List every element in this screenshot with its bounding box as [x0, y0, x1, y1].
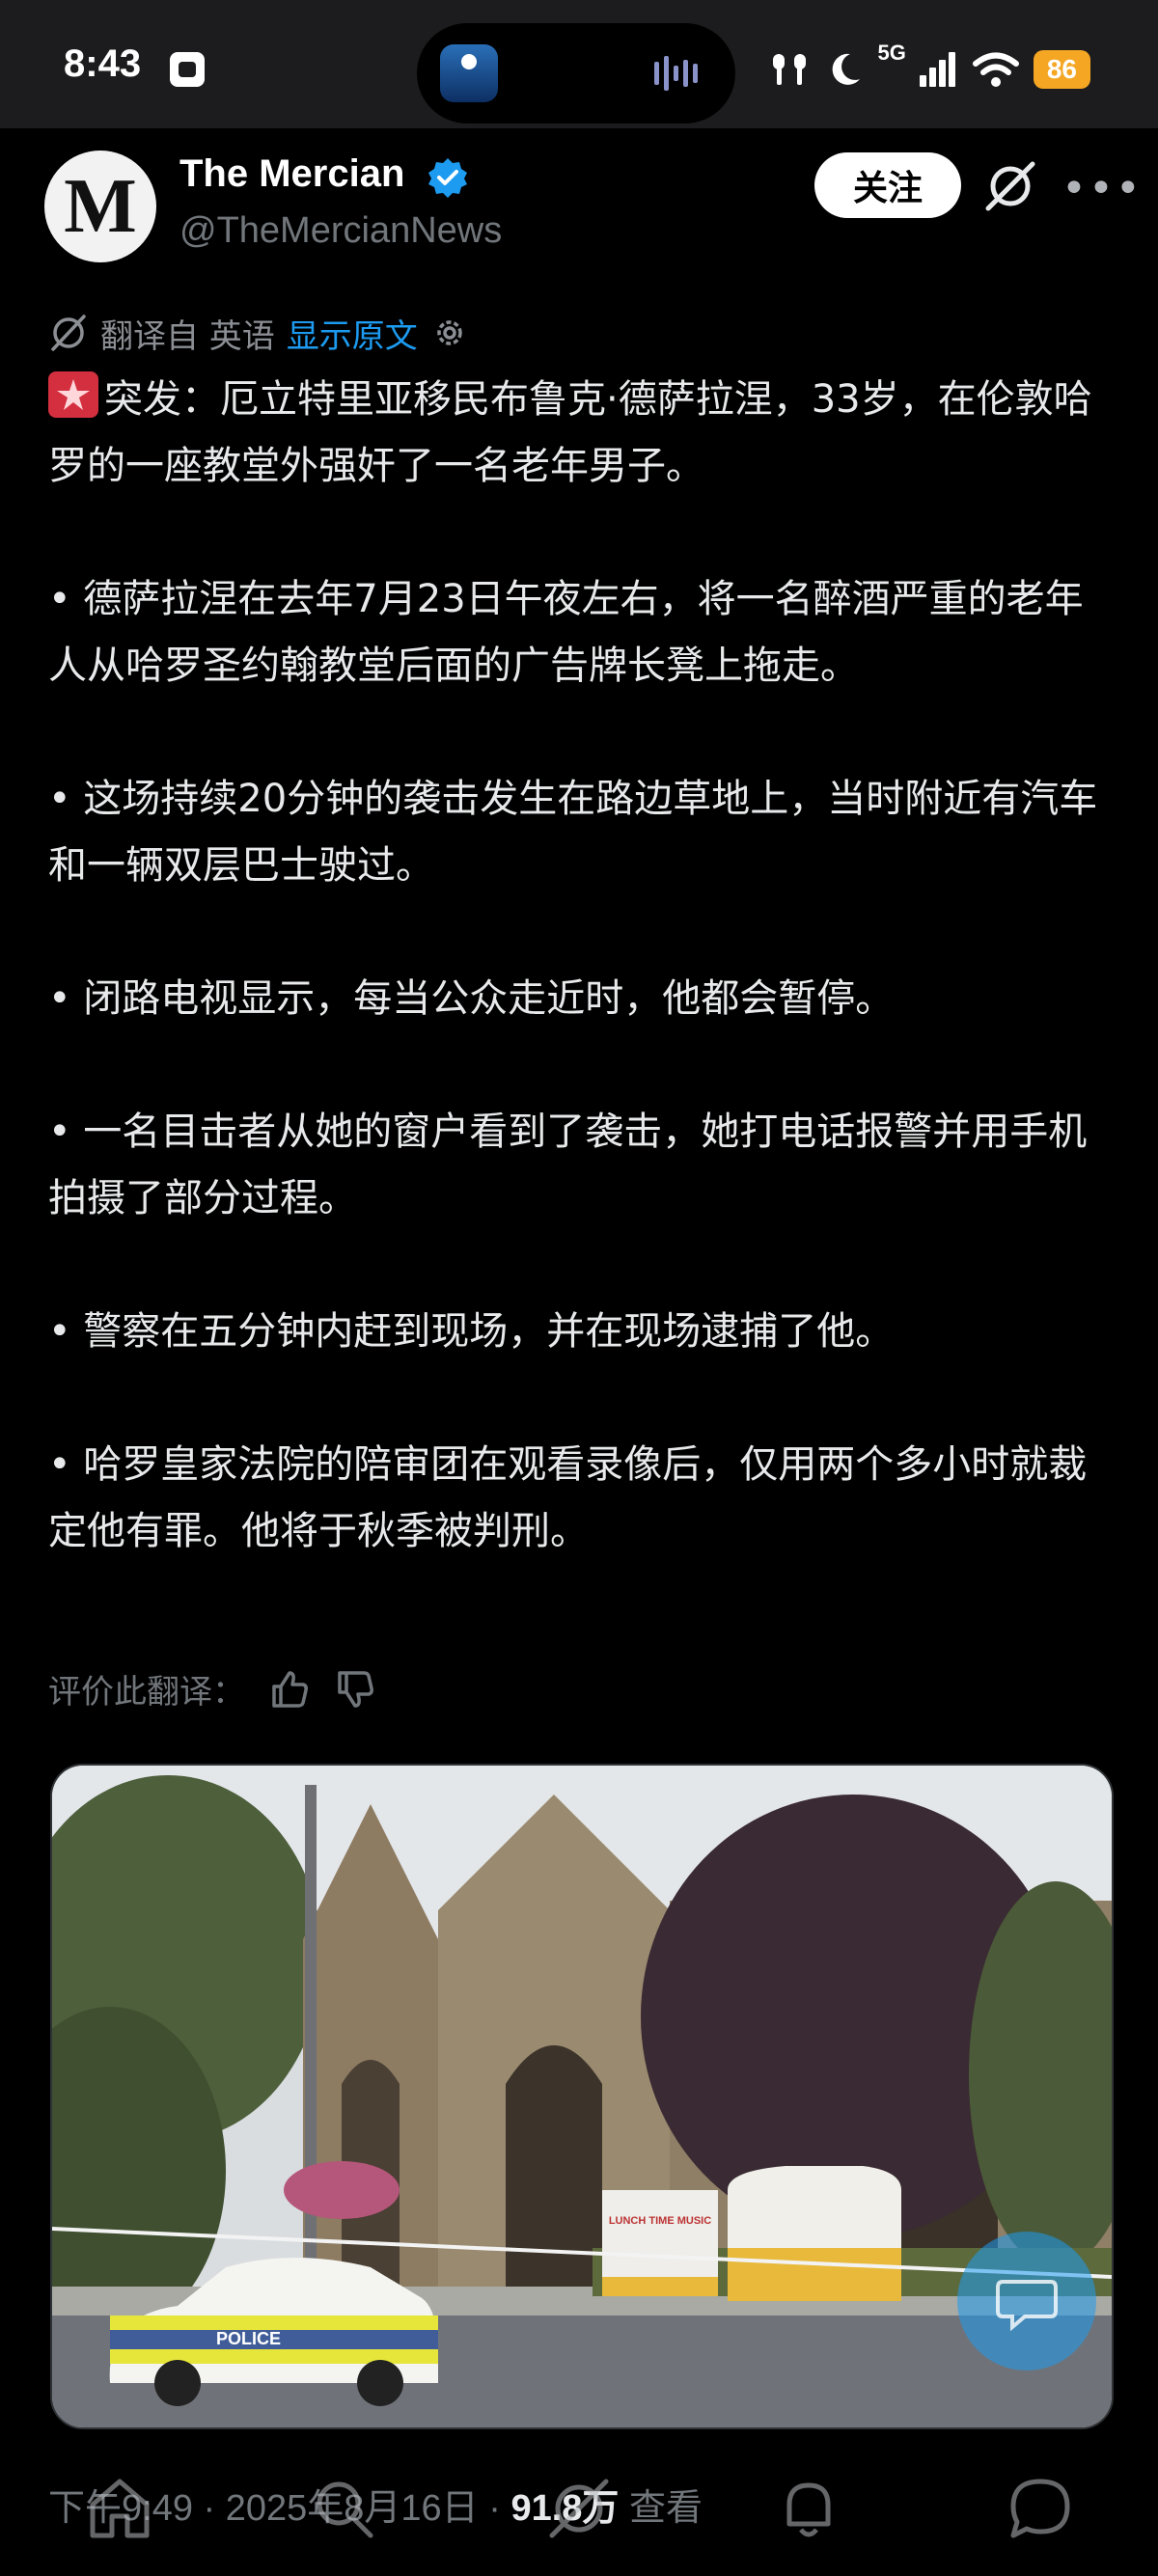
- translate-icon: [51, 315, 86, 351]
- police-car-label: POLICE: [216, 2329, 281, 2348]
- moon-icon: [833, 53, 861, 85]
- post-paragraph: • 闭路电视显示，每当公众走近时，他都会暂停。: [48, 976, 895, 1021]
- post-image[interactable]: LUNCH TIME MUSIC POLICE: [50, 1764, 1114, 2429]
- audio-wave-icon: [654, 56, 698, 91]
- rate-translation-label: 评价此翻译：: [48, 1673, 245, 1712]
- author-handle[interactable]: @TheMercianNews: [179, 210, 502, 252]
- live-activity-app-icon: [440, 44, 498, 102]
- messages-icon[interactable]: [1004, 2472, 1077, 2545]
- search-icon[interactable]: [307, 2472, 380, 2545]
- show-original-link[interactable]: 显示原文: [287, 310, 418, 357]
- earbuds-icon: [773, 54, 807, 85]
- status-indicators: 5G 86: [767, 42, 1090, 96]
- thumbs-up-icon[interactable]: [266, 1667, 311, 1712]
- sign-text: LUNCH TIME MUSIC: [609, 2215, 711, 2227]
- verified-badge-icon: [428, 158, 467, 198]
- status-time: 8:43: [64, 42, 142, 85]
- network-type: 5G: [877, 41, 906, 65]
- author-avatar[interactable]: M: [44, 151, 156, 262]
- post-paragraph: • 警察在五分钟内赶到现场，并在现场逮捕了他。: [48, 1309, 895, 1354]
- view-count-label: 查看: [619, 2488, 703, 2529]
- translated-from-label: 翻译自 英语: [100, 316, 275, 356]
- notifications-icon[interactable]: [772, 2472, 845, 2545]
- notification-app-icon: [170, 52, 205, 87]
- avatar-letter: M: [64, 163, 137, 249]
- battery-level: 86: [1033, 50, 1090, 89]
- translation-bar: 翻译自 英语 显示原文: [48, 307, 470, 359]
- status-bar: 8:43 5G 86: [0, 0, 1158, 128]
- post-paragraph: • 德萨拉涅在去年7月23日午夜左右，将一名醉酒严重的老年人从哈罗圣约翰教堂后面…: [48, 577, 1084, 688]
- thumbs-down-icon[interactable]: [332, 1667, 376, 1712]
- dynamic-island[interactable]: [417, 23, 735, 123]
- post-paragraph: • 这场持续20分钟的袭击发生在路边草地上，当时附近有汽车和一辆双层巴士驶过。: [48, 777, 1098, 888]
- home-icon[interactable]: [83, 2472, 156, 2545]
- church-scene-photo: LUNCH TIME MUSIC POLICE: [52, 1766, 1112, 2427]
- gear-icon[interactable]: [429, 313, 470, 353]
- grok-tab-icon[interactable]: [542, 2472, 616, 2545]
- rate-translation-bar: 评价此翻译：: [48, 1665, 376, 1713]
- signal-icon: [919, 52, 955, 87]
- follow-button[interactable]: 关注: [814, 152, 961, 218]
- grok-icon[interactable]: [982, 158, 1038, 214]
- post-paragraph: 突发：厄立特里亚移民布鲁克·德萨拉涅，33岁，在伦敦哈罗的一座教堂外强奸了一名老…: [48, 367, 1119, 500]
- post-paragraph: • 一名目击者从她的窗户看到了袭击，她打电话报警并用手机拍摄了部分过程。: [48, 1110, 1088, 1220]
- more-icon[interactable]: •••: [1062, 164, 1143, 213]
- author-name[interactable]: The Mercian: [179, 152, 404, 196]
- post-paragraph: • 哈罗皇家法院的陪审团在观看录像后，仅用两个多小时就裁定他有罪。他将于秋季被判…: [48, 1442, 1088, 1553]
- siren-emoji-icon: [48, 371, 98, 418]
- post-text: 突发：厄立特里亚移民布鲁克·德萨拉涅，33岁，在伦敦哈罗的一座教堂外强奸了一名老…: [48, 367, 1119, 1565]
- wifi-icon: [972, 52, 1019, 87]
